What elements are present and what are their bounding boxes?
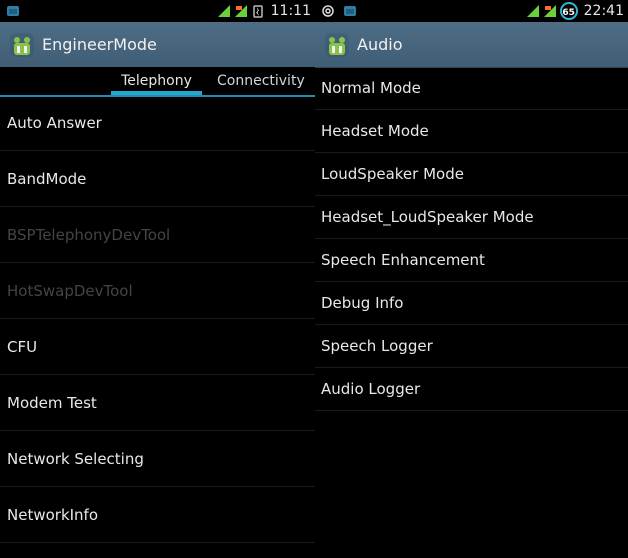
signal-icon (217, 5, 230, 17)
at-icon (322, 5, 334, 17)
android-icon (7, 6, 19, 16)
tab-connectivity[interactable]: Connectivity (217, 72, 315, 95)
list-item-networkinfo[interactable]: NetworkInfo (0, 487, 315, 543)
list-item-loudspeaker-mode[interactable]: LoudSpeaker Mode (315, 153, 628, 196)
page-title: EngineerMode (42, 34, 157, 54)
tab-telephony[interactable]: Telephony (111, 72, 202, 95)
status-left (6, 3, 20, 19)
status-bar: 65 22:41 (315, 0, 628, 23)
list-item-hotswapdevtool: HotSwapDevTool (0, 263, 315, 319)
action-bar: Audio (315, 22, 628, 68)
list-item-auto-answer[interactable]: Auto Answer (0, 95, 315, 151)
list-item-debug-info[interactable]: Debug Info (315, 282, 628, 325)
status-time: 11:11 (270, 3, 311, 19)
signal-icon (526, 5, 539, 17)
action-bar: EngineerMode (0, 22, 315, 68)
list-item-network-selecting[interactable]: Network Selecting (0, 431, 315, 487)
status-bar: 11:11 (0, 0, 315, 23)
list-item-speech-logger[interactable]: Speech Logger (315, 325, 628, 368)
list-item-cfu[interactable]: CFU (0, 319, 315, 375)
list-item-modem-test[interactable]: Modem Test (0, 375, 315, 431)
charging-icon (252, 5, 263, 18)
android-icon (10, 32, 34, 57)
status-time: 22:41 (583, 3, 624, 19)
status-right: 11:11 (217, 3, 311, 19)
list-item-headset-loudspeaker-mode[interactable]: Headset_LoudSpeaker Mode (315, 196, 628, 239)
list-item-bandmode[interactable]: BandMode (0, 151, 315, 207)
settings-list: Auto Answer BandMode BSPTelephonyDevTool… (0, 95, 315, 543)
page-title: Audio (357, 34, 403, 54)
audio-settings-list: Normal Mode Headset Mode LoudSpeaker Mod… (315, 67, 628, 411)
list-item-speech-enhancement[interactable]: Speech Enhancement (315, 239, 628, 282)
right-phone-screen: 65 22:41 Audio Normal Mode Headset Mode … (315, 0, 628, 558)
android-icon (325, 32, 349, 57)
left-phone-screen: 11:11 EngineerMode Telephony Connectivit… (0, 0, 315, 558)
list-item-normal-mode[interactable]: Normal Mode (315, 67, 628, 110)
tab-bar[interactable]: Telephony Connectivity (0, 67, 315, 97)
list-item-audio-logger[interactable]: Audio Logger (315, 368, 628, 411)
status-left (321, 3, 357, 19)
data-icon (234, 5, 247, 17)
list-item-bsptelephonydevtool: BSPTelephonyDevTool (0, 207, 315, 263)
android-icon (344, 6, 356, 16)
list-item-headset-mode[interactable]: Headset Mode (315, 110, 628, 153)
status-right: 65 22:41 (526, 2, 624, 20)
data-icon (543, 5, 556, 17)
battery-icon: 65 (559, 2, 578, 20)
